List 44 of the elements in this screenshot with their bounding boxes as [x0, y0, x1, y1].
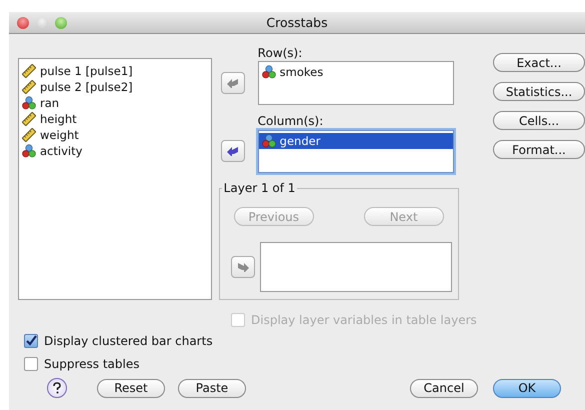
- options-button[interactable]: Exact...: [493, 53, 585, 72]
- checkbox-option[interactable]: Display clustered bar charts: [24, 332, 585, 350]
- columns-list[interactable]: gender: [258, 130, 454, 173]
- circles-icon: [262, 134, 276, 148]
- rows-list[interactable]: smokes: [258, 61, 454, 105]
- arrow-icon: [236, 262, 249, 272]
- checkbox-option[interactable]: Suppress tables: [24, 355, 585, 373]
- circles-icon: [262, 65, 276, 79]
- variable-item[interactable]: gender: [258, 133, 453, 149]
- arrow-icon: [226, 146, 239, 156]
- variable-item[interactable]: height: [19, 111, 211, 127]
- layer-list[interactable]: [260, 242, 452, 292]
- move-button[interactable]: [220, 140, 245, 162]
- help-icon[interactable]: [47, 378, 67, 398]
- window-title: Crosstabs: [266, 15, 328, 30]
- ruler-icon: [22, 64, 36, 78]
- dialog-button[interactable]: Reset: [97, 378, 165, 398]
- columns-label: Column(s):: [258, 114, 324, 129]
- variable-item[interactable]: pulse 2 [pulse2]: [19, 79, 211, 95]
- circles-icon: [22, 96, 36, 110]
- variable-item[interactable]: weight: [19, 127, 211, 143]
- dialog-button[interactable]: OK: [493, 378, 561, 398]
- dialog-button[interactable]: Paste: [178, 378, 246, 398]
- variable-item[interactable]: activity: [19, 143, 211, 159]
- variable-item[interactable]: ran: [19, 95, 211, 111]
- variable-list[interactable]: pulse 1 [pulse1] pulse 2 [pulse2] ran height weight activity: [18, 58, 212, 300]
- options-button[interactable]: Cells...: [493, 111, 585, 130]
- variable-item[interactable]: smokes: [258, 64, 453, 80]
- rows-label: Row(s):: [258, 46, 304, 61]
- options-button[interactable]: Format...: [493, 140, 585, 159]
- zoom-icon[interactable]: [55, 16, 67, 28]
- dialog-button[interactable]: Cancel: [410, 378, 478, 398]
- variable-item[interactable]: pulse 1 [pulse1]: [19, 63, 211, 79]
- options-button[interactable]: Statistics...: [493, 82, 585, 101]
- ruler-icon: [22, 112, 36, 126]
- close-icon[interactable]: [17, 16, 29, 28]
- checkmark-icon: [25, 335, 37, 347]
- move-button[interactable]: [220, 72, 245, 94]
- ruler-icon: [22, 80, 36, 94]
- move-button[interactable]: [230, 256, 255, 278]
- circles-icon: [22, 144, 36, 158]
- arrow-icon: [226, 78, 239, 88]
- layer-title: Layer 1 of 1: [222, 181, 298, 195]
- ruler-icon: [22, 128, 36, 142]
